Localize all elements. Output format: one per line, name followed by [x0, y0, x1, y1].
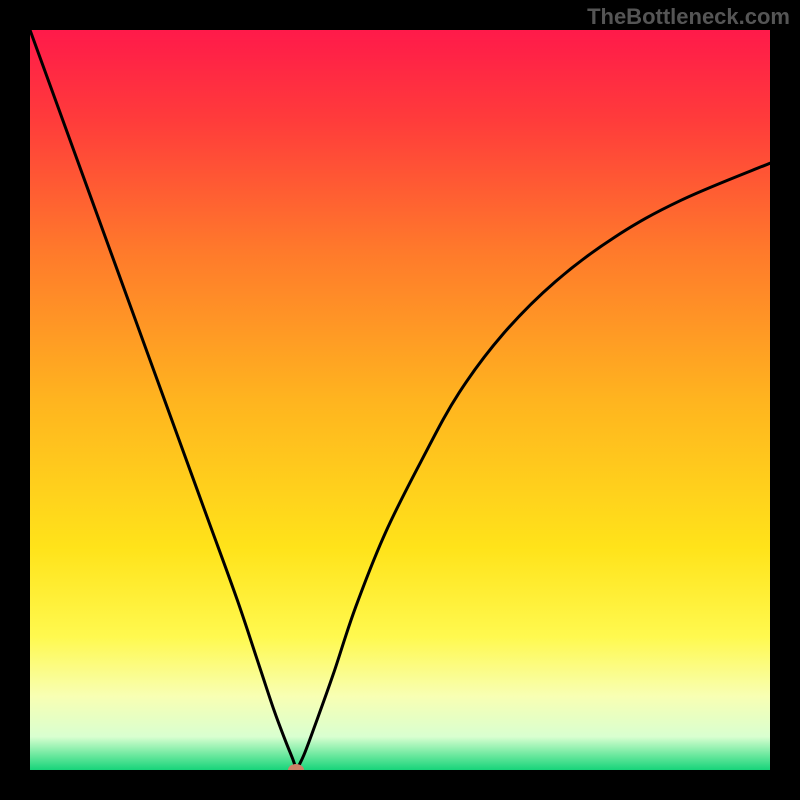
chart-frame: TheBottleneck.com: [0, 0, 800, 800]
bottleneck-curve: [30, 30, 770, 770]
optimum-marker: [288, 764, 304, 770]
watermark-label: TheBottleneck.com: [587, 4, 790, 30]
curve-layer: [30, 30, 770, 770]
plot-area: [30, 30, 770, 770]
